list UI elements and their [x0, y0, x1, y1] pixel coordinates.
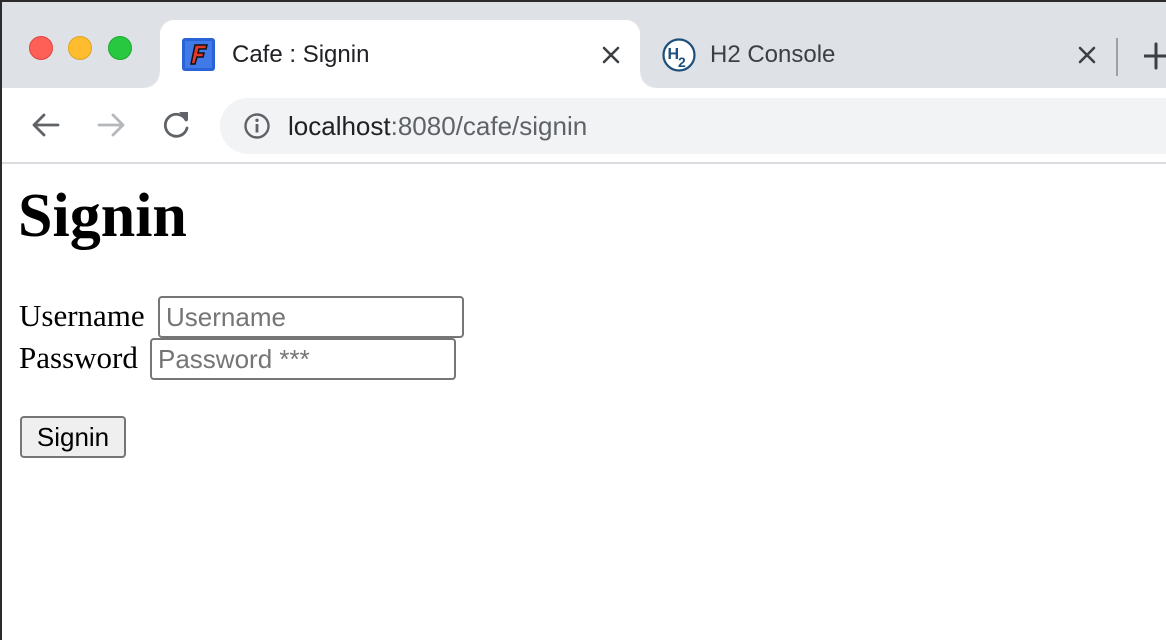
h2-logo-icon: H 2	[661, 37, 697, 73]
tab-separator	[1116, 38, 1118, 76]
close-icon[interactable]	[1076, 44, 1098, 66]
reload-icon[interactable]	[159, 108, 193, 142]
tab-title: H2 Console	[710, 41, 836, 68]
page-title: Signin	[18, 182, 187, 250]
window-minimize-button[interactable]	[68, 36, 92, 60]
url-path: :8080/cafe/signin	[390, 111, 588, 141]
signin-button[interactable]: Signin	[20, 416, 126, 458]
address-bar[interactable]: localhost:8080/cafe/signin	[220, 98, 1166, 154]
window-zoom-button[interactable]	[108, 36, 132, 60]
back-arrow-icon[interactable]	[29, 108, 63, 142]
password-input[interactable]	[150, 338, 456, 380]
page-content: Signin Username Password Signin	[2, 164, 1166, 640]
url-host: localhost	[288, 111, 391, 141]
tab-strip: Cafe : Signin H 2 H2 Console	[2, 2, 1166, 88]
password-label: Password	[19, 340, 138, 375]
window-close-button[interactable]	[29, 36, 53, 60]
tab-cafe-signin[interactable]: Cafe : Signin	[144, 20, 656, 88]
forward-arrow-icon[interactable]	[94, 108, 128, 142]
browser-window: Cafe : Signin H 2 H2 Console localhost:8…	[0, 0, 1166, 640]
url-text: localhost:8080/cafe/signin	[288, 110, 587, 142]
cafe-logo-icon	[182, 38, 215, 71]
tab-h2-console[interactable]: H 2 H2 Console	[642, 20, 1112, 88]
info-icon[interactable]	[242, 111, 272, 141]
browser-toolbar: localhost:8080/cafe/signin	[2, 88, 1166, 164]
username-input[interactable]	[158, 296, 464, 338]
close-icon[interactable]	[600, 44, 622, 66]
tab-title: Cafe : Signin	[232, 41, 370, 68]
svg-text:2: 2	[678, 54, 686, 70]
username-label: Username	[19, 298, 145, 333]
new-tab-icon[interactable]	[1142, 42, 1166, 72]
